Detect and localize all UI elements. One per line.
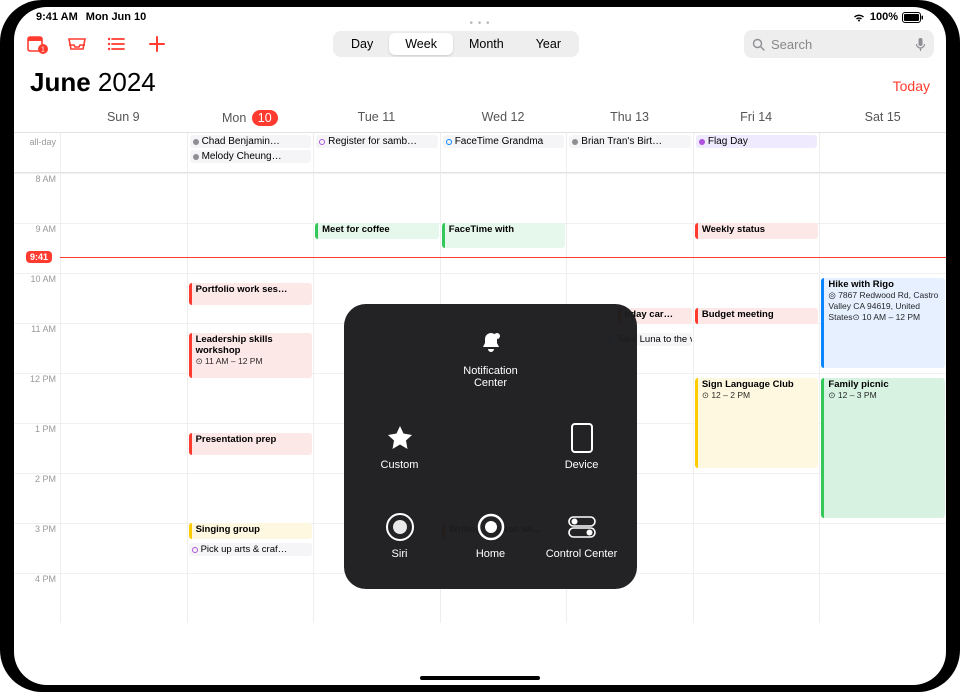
month-title: June 2024 xyxy=(30,67,156,98)
at-siri[interactable]: Siri xyxy=(360,510,440,560)
day-thu[interactable]: Thu 13 xyxy=(566,104,693,132)
day-sun[interactable]: Sun 9 xyxy=(60,104,187,132)
day-fri[interactable]: Fri 14 xyxy=(693,104,820,132)
event[interactable]: Weekly status xyxy=(695,223,819,239)
search-field[interactable]: Search xyxy=(744,30,934,58)
at-home[interactable]: Home xyxy=(451,510,531,560)
wifi-icon xyxy=(852,12,866,23)
event[interactable]: Family picnic⊙ 12 – 3 PM xyxy=(821,378,945,518)
allday-label: all-day xyxy=(14,133,60,172)
today-button[interactable]: Today xyxy=(893,78,930,94)
title-bar: June 2024 Today xyxy=(14,61,946,104)
event[interactable]: Singing group xyxy=(189,523,313,539)
search-icon xyxy=(752,38,765,51)
star-icon xyxy=(383,421,417,455)
toggles-icon xyxy=(565,510,599,544)
add-icon[interactable] xyxy=(146,33,168,55)
battery-text: 100% xyxy=(870,11,898,23)
siri-icon xyxy=(383,510,417,544)
list-icon[interactable] xyxy=(106,33,128,55)
at-custom[interactable]: Custom xyxy=(360,421,440,471)
status-date: Mon Jun 10 xyxy=(86,11,147,23)
event[interactable]: Sign Language Club⊙ 12 – 2 PM xyxy=(695,378,819,468)
search-placeholder: Search xyxy=(771,37,812,52)
allday-row: all-day Chad Benjamin… Melody Cheung… Re… xyxy=(14,133,946,173)
allday-event[interactable]: Brian Tran's Birt… xyxy=(569,135,691,148)
svg-text:1: 1 xyxy=(41,47,45,54)
screen: • • • 9:41 AM Mon Jun 10 100% 1 xyxy=(14,7,946,685)
allday-event[interactable]: FaceTime Grandma xyxy=(443,135,565,148)
toolbar: 1 Day Week Month Year Search xyxy=(14,27,946,61)
at-device[interactable]: Device xyxy=(542,421,622,471)
tab-month[interactable]: Month xyxy=(453,33,520,55)
allday-event[interactable]: Flag Day xyxy=(696,135,818,148)
tab-year[interactable]: Year xyxy=(520,33,577,55)
allday-event[interactable]: Melody Cheung… xyxy=(190,150,312,163)
event[interactable]: Hike with Rigo◎ 7867 Redwood Rd, Castro … xyxy=(821,278,945,368)
mic-icon[interactable] xyxy=(915,37,926,52)
day-mon[interactable]: Mon 10 xyxy=(187,104,314,132)
day-header: Sun 9 Mon 10 Tue 11 Wed 12 Thu 13 Fri 14… xyxy=(14,104,946,133)
battery-icon xyxy=(902,12,924,23)
day-tue[interactable]: Tue 11 xyxy=(313,104,440,132)
now-indicator xyxy=(60,257,946,258)
status-time: 9:41 AM xyxy=(36,11,78,23)
day-sat[interactable]: Sat 15 xyxy=(819,104,946,132)
event[interactable]: Meet for coffee xyxy=(315,223,439,239)
calendar-badge-icon[interactable]: 1 xyxy=(26,33,48,55)
event[interactable]: FaceTime with xyxy=(442,223,566,248)
home-icon xyxy=(474,510,508,544)
tab-day[interactable]: Day xyxy=(335,33,389,55)
event[interactable]: Leadership skills workshop⊙ 11 AM – 12 P… xyxy=(189,333,313,378)
multitask-handle[interactable]: • • • xyxy=(469,18,490,29)
home-indicator[interactable] xyxy=(420,676,540,680)
bell-icon xyxy=(474,327,508,361)
view-segment: Day Week Month Year xyxy=(333,31,579,57)
device-icon xyxy=(565,421,599,455)
event[interactable]: Pick up arts & craf… xyxy=(189,543,313,556)
event[interactable]: Budget meeting xyxy=(695,308,819,324)
hour-labels: 8 AM 9 AM 10 AM 11 AM 12 PM 1 PM 2 PM 3 … xyxy=(14,173,60,623)
assistive-touch-menu[interactable]: Notification Center Custom Device Siri xyxy=(344,304,637,589)
ipad-frame: • • • 9:41 AM Mon Jun 10 100% 1 xyxy=(0,0,960,692)
allday-event[interactable]: Register for samb… xyxy=(316,135,438,148)
event[interactable]: Portfolio work ses… xyxy=(189,283,313,305)
now-time: 9:41 xyxy=(26,251,52,263)
event[interactable]: Presentation prep xyxy=(189,433,313,455)
inbox-icon[interactable] xyxy=(66,33,88,55)
tab-week[interactable]: Week xyxy=(389,33,453,55)
at-control-center[interactable]: Control Center xyxy=(542,510,622,560)
day-wed[interactable]: Wed 12 xyxy=(440,104,567,132)
at-notification-center[interactable]: Notification Center xyxy=(451,327,531,389)
allday-event[interactable]: Chad Benjamin… xyxy=(190,135,312,148)
